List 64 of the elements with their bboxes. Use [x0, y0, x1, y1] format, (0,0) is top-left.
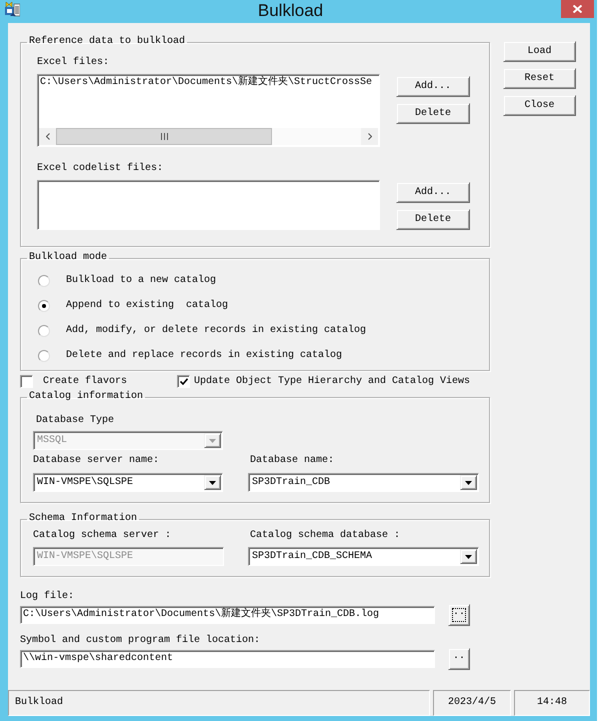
add-button[interactable]: Add... [396, 182, 470, 203]
checkbox[interactable] [20, 375, 33, 388]
field-label: Database Type [36, 415, 116, 427]
field-label: Catalog schema server : [33, 530, 172, 542]
radio-button[interactable] [38, 300, 50, 312]
list-label: Excel files: [37, 57, 110, 69]
group-title: Schema Information [28, 513, 138, 525]
delete-button[interactable]: Delete [396, 209, 470, 230]
field-label: Database name: [250, 455, 336, 467]
caret-down-icon [209, 438, 216, 442]
option-label: Delete and replace records in existing catalog [66, 350, 342, 362]
status-time: 14:48 [514, 690, 590, 716]
field-label: Catalog schema database : [250, 530, 402, 542]
close-icon [573, 5, 582, 13]
status-text: Bulkload [8, 690, 430, 716]
dropdown-arrow-button[interactable] [204, 475, 221, 490]
load-button[interactable]: Load [503, 41, 576, 62]
group-title: Catalog information [28, 391, 144, 403]
radio-button[interactable] [38, 274, 50, 286]
delete-button[interactable]: Delete [396, 103, 470, 124]
radio-button[interactable] [38, 350, 50, 362]
text-field[interactable]: \\win-vmspe\sharedcontent [20, 650, 435, 668]
dropdown[interactable]: SP3DTrain_CDB [248, 473, 479, 492]
group-title: Reference data to bulkload [28, 36, 186, 48]
list-item[interactable]: C:\Users\Administrator\Documents\新建文件夹\StructCrossSe [40, 77, 379, 89]
scrollbar-thumb[interactable] [56, 128, 272, 145]
browse-button[interactable]: .. [448, 604, 470, 626]
application-icon [4, 2, 20, 18]
add-button[interactable]: Add... [396, 76, 470, 97]
dropdown[interactable]: SP3DTrain_CDB_SCHEMA [248, 547, 479, 566]
browse-button[interactable]: .. [448, 648, 470, 670]
group-title: Bulkload mode [28, 252, 108, 264]
scroll-left-button[interactable] [39, 128, 56, 145]
reset-button[interactable]: Reset [503, 68, 576, 89]
close-button[interactable]: Close [503, 95, 576, 116]
window-close-button[interactable] [561, 0, 594, 18]
horizontal-scrollbar[interactable] [39, 128, 378, 145]
caret-down-icon [465, 480, 472, 484]
radio-button[interactable] [38, 324, 50, 336]
checkmark-icon [180, 378, 188, 385]
option-label: Add, modify, or delete records in existing catalog [66, 324, 366, 336]
window-title: Bulkload [258, 1, 324, 21]
scroll-right-button[interactable] [361, 128, 378, 145]
caret-down-icon [465, 554, 472, 558]
caret-down-icon [209, 480, 216, 484]
list-label: Excel codelist files: [37, 163, 164, 175]
grip-icon [160, 133, 168, 140]
dropdown-arrow-button[interactable] [460, 549, 477, 564]
field-label: Log file: [20, 591, 76, 603]
dropdown-arrow-button[interactable] [460, 475, 477, 490]
list-box[interactable]: C:\Users\Administrator\Documents\新建文件夹\StructCrossSe [37, 74, 380, 147]
text-field[interactable]: C:\Users\Administrator\Documents\新建文件夹\SP3DTrain_CDB.log [20, 606, 435, 624]
checkbox-label: Update Object Type Hierarchy and Catalog Views [194, 376, 470, 388]
field-label: Symbol and custom program file location: [20, 635, 262, 647]
checkbox-label: Create flavors [43, 376, 128, 388]
chevron-right-icon [368, 133, 372, 140]
dropdown[interactable]: WIN-VMSPE\SQLSPE [33, 473, 223, 492]
checkbox[interactable] [177, 375, 190, 388]
chevron-left-icon [46, 133, 50, 140]
list-box[interactable] [37, 180, 380, 230]
field-label: Database server name: [33, 455, 160, 467]
option-label: Append to existing catalog [66, 300, 228, 312]
status-date: 2023/4/5 [433, 690, 511, 716]
option-label: Bulkload to a new catalog [66, 274, 216, 286]
